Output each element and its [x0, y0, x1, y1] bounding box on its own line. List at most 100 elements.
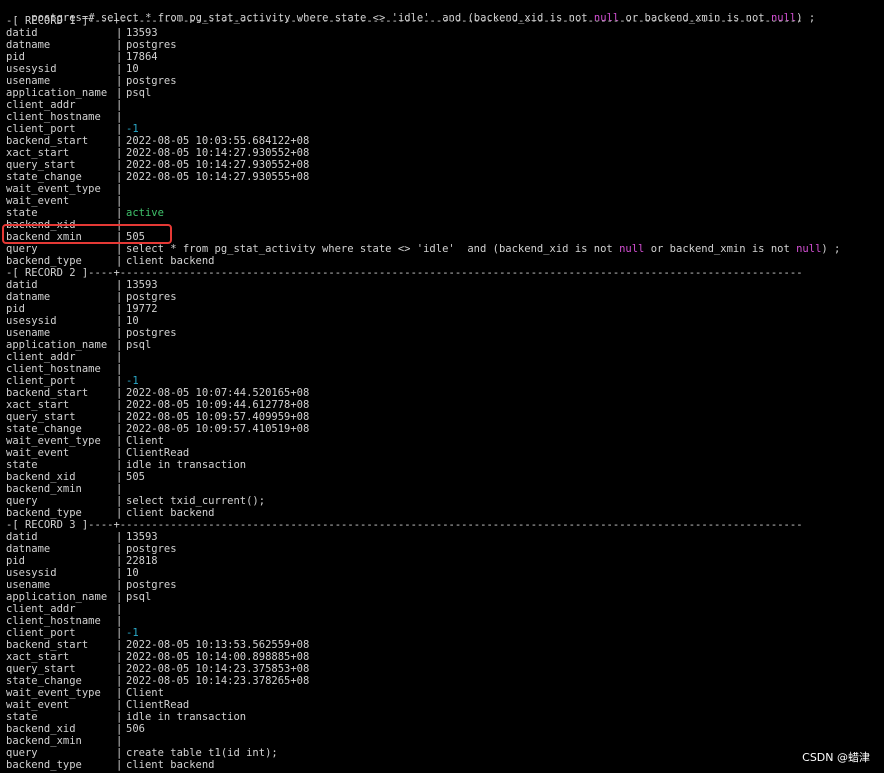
field-row-query: query | create table t1(id int);	[6, 747, 278, 759]
field-key: backend_xmin	[6, 231, 82, 243]
field-key: backend_type	[6, 759, 82, 771]
field-key: xact_start	[6, 147, 70, 159]
field-row-application-name: application_name | psql	[6, 339, 151, 351]
field-separator: |	[116, 483, 123, 495]
field-value: 22818	[126, 555, 158, 567]
field-row-usesysid: usesysid | 10	[6, 567, 139, 579]
field-row-pid: pid | 19772	[6, 303, 158, 315]
field-key: backend_type	[6, 255, 82, 267]
field-row-backend-xmin: backend_xmin | 505	[6, 231, 145, 243]
field-key: usesysid	[6, 567, 57, 579]
field-key: client_hostname	[6, 363, 101, 375]
field-value: idle in transaction	[126, 459, 247, 471]
field-key: backend_xmin	[6, 735, 82, 747]
field-key: client_addr	[6, 99, 76, 111]
field-key: backend_xid	[6, 471, 76, 483]
field-separator: |	[116, 303, 123, 315]
terminal-window[interactable]: postgres=# select * from pg_stat_activit…	[0, 0, 884, 773]
field-value: 2022-08-05 10:14:23.378265+08	[126, 675, 310, 687]
field-value: postgres	[126, 543, 177, 555]
field-value: 2022-08-05 10:03:55.684122+08	[126, 135, 310, 147]
field-separator: |	[116, 39, 123, 51]
field-row-backend-xmin: backend_xmin |	[6, 735, 126, 747]
field-row-state-change: state_change | 2022-08-05 10:14:27.930555+…	[6, 171, 309, 183]
field-row-datname: datname | postgres	[6, 39, 177, 51]
field-value: idle in transaction	[126, 711, 247, 723]
field-separator: |	[116, 135, 123, 147]
field-separator: |	[116, 351, 123, 363]
field-key: xact_start	[6, 651, 70, 663]
field-row-client-addr: client_addr |	[6, 351, 126, 363]
field-key: datid	[6, 279, 38, 291]
field-row-usename: usename | postgres	[6, 75, 177, 87]
field-key: datid	[6, 531, 38, 543]
field-separator: |	[116, 543, 123, 555]
field-separator: |	[116, 699, 123, 711]
field-row-client-port: client_port | -1	[6, 627, 139, 639]
record-header-label: -[ RECORD 1 ]----+	[6, 15, 120, 27]
field-separator: |	[116, 123, 123, 135]
field-separator: |	[116, 375, 123, 387]
field-value: client backend	[126, 507, 215, 519]
field-key: pid	[6, 555, 25, 567]
field-row-datid: datid | 13593	[6, 531, 158, 543]
field-key: state	[6, 207, 38, 219]
field-separator: |	[116, 87, 123, 99]
field-value: create table t1(id int);	[126, 747, 278, 759]
record-header-dashes: ----------------------------------------…	[119, 267, 803, 279]
field-value: 2022-08-05 10:14:23.375853+08	[126, 663, 310, 675]
field-separator: |	[116, 507, 123, 519]
field-row-client-hostname: client_hostname |	[6, 615, 126, 627]
field-separator: |	[116, 759, 123, 771]
field-value: Client	[126, 435, 164, 447]
field-separator: |	[116, 243, 123, 255]
field-row-state: state | idle in transaction	[6, 459, 246, 471]
field-row-client-hostname: client_hostname |	[6, 111, 126, 123]
field-separator: |	[116, 399, 123, 411]
field-separator: |	[116, 711, 123, 723]
field-separator: |	[116, 687, 123, 699]
field-row-backend-type: backend_type | client backend	[6, 255, 215, 267]
field-row-state: state | active	[6, 207, 164, 219]
field-value: select txid_current();	[126, 495, 266, 507]
field-key: backend_start	[6, 639, 89, 651]
field-key: client_hostname	[6, 615, 101, 627]
field-value: 2022-08-05 10:09:57.410519+08	[126, 423, 310, 435]
field-row-application-name: application_name | psql	[6, 591, 151, 603]
field-row-datid: datid | 13593	[6, 279, 158, 291]
record-header-label: -[ RECORD 3 ]----+	[6, 519, 120, 531]
field-value: postgres	[126, 579, 177, 591]
field-row-xact-start: xact_start | 2022-08-05 10:14:27.930552+08	[6, 147, 309, 159]
field-value: 10	[126, 315, 139, 327]
field-separator: |	[116, 291, 123, 303]
field-value: 13593	[126, 279, 158, 291]
field-key: state_change	[6, 423, 82, 435]
field-row-backend-xid: backend_xid |	[6, 219, 126, 231]
field-separator: |	[116, 615, 123, 627]
field-key: datid	[6, 27, 38, 39]
field-value: psql	[126, 339, 152, 351]
field-key: usename	[6, 579, 51, 591]
field-value: 19772	[126, 303, 158, 315]
field-row-backend-start: backend_start | 2022-08-05 10:03:55.684122…	[6, 135, 309, 147]
field-row-backend-start: backend_start | 2022-08-05 10:07:44.520165…	[6, 387, 309, 399]
field-row-client-addr: client_addr |	[6, 603, 126, 615]
watermark: CSDN @蜡津	[802, 751, 870, 764]
field-value: 10	[126, 63, 139, 75]
field-row-query: query | select * from pg_stat_activity whe…	[6, 243, 840, 255]
record-header-dashes: ----------------------------------------…	[119, 519, 803, 531]
field-row-backend-start: backend_start | 2022-08-05 10:13:53.562559…	[6, 639, 309, 651]
field-row-state-change: state_change | 2022-08-05 10:09:57.410519+…	[6, 423, 309, 435]
field-value: 2022-08-05 10:09:44.612778+08	[126, 399, 310, 411]
field-key: pid	[6, 51, 25, 63]
field-key: datname	[6, 291, 51, 303]
field-row-query: query | select txid_current();	[6, 495, 265, 507]
field-row-datname: datname | postgres	[6, 543, 177, 555]
field-row-state-change: state_change | 2022-08-05 10:14:23.378265+…	[6, 675, 309, 687]
query-tail: ) ;	[821, 243, 841, 255]
field-separator: |	[116, 747, 123, 759]
field-separator: |	[116, 639, 123, 651]
field-separator: |	[116, 279, 123, 291]
field-row-backend-xid: backend_xid | 506	[6, 723, 145, 735]
field-value: 10	[126, 567, 139, 579]
